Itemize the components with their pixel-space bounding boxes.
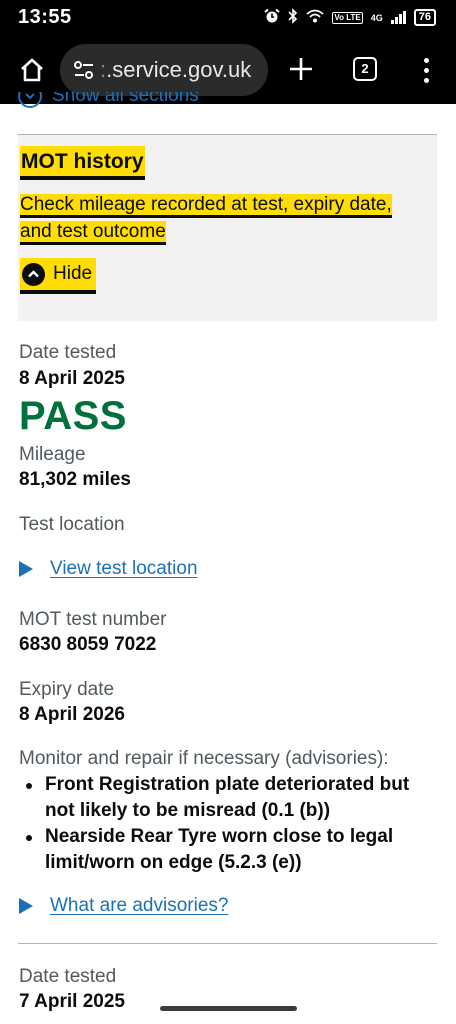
overflow-menu-button[interactable] xyxy=(418,56,434,84)
test-number-label: MOT test number xyxy=(19,609,167,630)
hide-toggle-button[interactable]: Hide xyxy=(20,258,97,290)
section-summary: Check mileage recorded at test, expiry d… xyxy=(20,191,420,245)
tab-switcher-button[interactable]: 2 xyxy=(353,57,377,81)
view-test-location-toggle[interactable]: View test location xyxy=(19,558,198,580)
home-icon xyxy=(21,58,43,82)
wifi-icon xyxy=(306,9,324,26)
test-number-value: 6830 8059 7022 xyxy=(19,634,157,655)
status-icons: Vo LTE 4G 76 xyxy=(264,8,436,27)
expiry-date-value: 8 April 2026 xyxy=(19,704,125,725)
site-settings-icon[interactable] xyxy=(72,58,96,82)
url-domain: .service.gov.uk xyxy=(106,57,252,82)
alarm-icon xyxy=(264,8,280,27)
date-tested-label: Date tested xyxy=(19,966,117,987)
volte-icon: Vo LTE xyxy=(332,11,363,24)
signal-icon xyxy=(390,11,406,24)
advisories-list: Front Registration plate deteriorated bu… xyxy=(19,772,429,876)
test-result: PASS xyxy=(19,394,127,438)
url-text: :.service.gov.uk xyxy=(100,57,252,82)
list-item: Nearside Rear Tyre worn close to legal l… xyxy=(19,824,429,876)
date-tested-label: Date tested xyxy=(19,342,117,363)
show-all-label: Show all sections xyxy=(52,92,199,106)
mileage-value: 81,302 miles xyxy=(19,469,131,490)
chevron-up-icon xyxy=(22,262,45,286)
new-tab-button[interactable] xyxy=(288,56,314,82)
triangle-right-icon xyxy=(19,561,33,577)
address-bar[interactable]: :.service.gov.uk xyxy=(60,44,268,96)
status-bar: 13:55 Vo LTE 4G 76 xyxy=(0,0,456,36)
plus-icon xyxy=(290,58,312,80)
battery-icon: 76 xyxy=(413,9,436,26)
triangle-right-icon xyxy=(19,898,33,914)
what-are-advisories-toggle[interactable]: What are advisories? xyxy=(19,895,228,917)
chevron-down-icon xyxy=(18,92,42,108)
network-type: 4G xyxy=(370,12,383,23)
advisories-label: Monitor and repair if necessary (advisor… xyxy=(19,748,389,769)
date-tested-value: 7 April 2025 xyxy=(19,991,125,1012)
what-are-advisories-link[interactable]: What are advisories? xyxy=(50,895,228,917)
section-title[interactable]: MOT history xyxy=(20,148,145,176)
divider xyxy=(18,943,437,944)
hide-label: Hide xyxy=(53,263,93,284)
view-test-location-link[interactable]: View test location xyxy=(50,558,198,580)
show-all-sections[interactable]: Show all sections xyxy=(18,92,438,114)
mileage-label: Mileage xyxy=(19,444,86,465)
gesture-home-indicator[interactable] xyxy=(160,1006,297,1011)
bluetooth-icon xyxy=(288,8,298,27)
home-button[interactable] xyxy=(18,56,46,84)
test-location-label: Test location xyxy=(19,514,125,535)
list-item: Front Registration plate deteriorated bu… xyxy=(19,772,429,824)
section-summary-text: Check mileage recorded at test, expiry d… xyxy=(20,194,392,242)
expiry-date-label: Expiry date xyxy=(19,679,115,700)
date-tested-value: 8 April 2025 xyxy=(19,368,125,389)
status-time: 13:55 xyxy=(18,6,72,28)
accordion-section-header[interactable]: MOT history Check mileage recorded at te… xyxy=(18,135,437,321)
